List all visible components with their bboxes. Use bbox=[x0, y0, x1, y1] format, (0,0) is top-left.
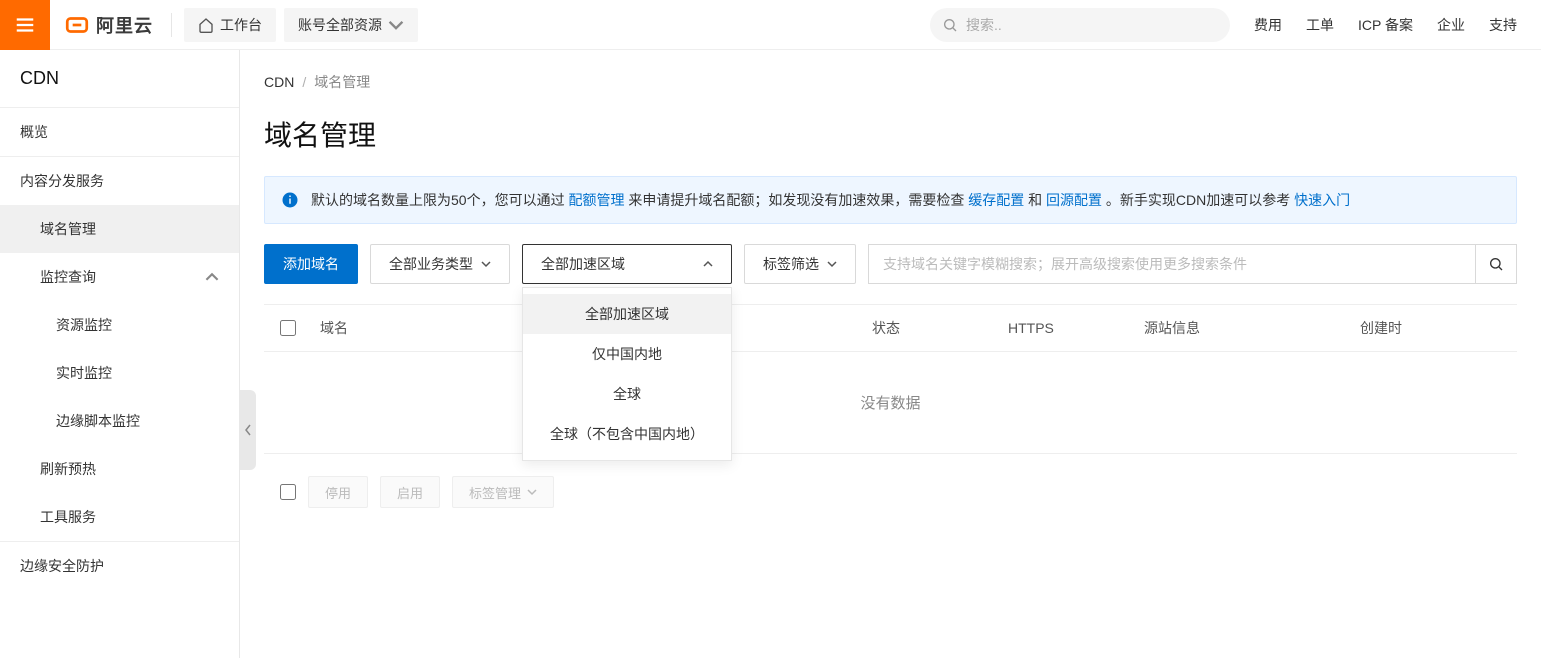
col-origin: 源站信息 bbox=[1144, 318, 1344, 338]
chevron-down-icon bbox=[388, 17, 404, 33]
header-links: 费用 工单 ICP 备案 企业 支持 bbox=[1230, 15, 1541, 35]
breadcrumb: CDN / 域名管理 bbox=[264, 50, 1517, 106]
link-origin-config[interactable]: 回源配置 bbox=[1046, 192, 1102, 208]
domain-search-input[interactable] bbox=[868, 244, 1475, 284]
chevron-down-icon bbox=[827, 259, 837, 269]
header-link-enterprise[interactable]: 企业 bbox=[1437, 15, 1465, 35]
region-dropdown[interactable]: 全部加速区域 全部加速区域 仅中国内地 全球 全球（不包含中国内地） bbox=[522, 244, 732, 284]
table-header: 域名 CNAME ? 状态 HTTPS 源站信息 创建时 bbox=[264, 304, 1517, 352]
start-button[interactable]: 启用 bbox=[380, 476, 440, 508]
divider bbox=[171, 13, 172, 37]
page-title: 域名管理 bbox=[264, 106, 1517, 176]
sidebar-item-overview[interactable]: 概览 bbox=[0, 108, 239, 156]
sidebar-item-refresh-preload[interactable]: 刷新预热 bbox=[0, 445, 239, 493]
region-option-mainland[interactable]: 仅中国内地 bbox=[523, 334, 731, 374]
sidebar: CDN 概览 内容分发服务 域名管理 监控查询 资源监控 实时监控 边缘脚本监控… bbox=[0, 50, 240, 658]
header-link-billing[interactable]: 费用 bbox=[1254, 15, 1282, 35]
link-cache-config[interactable]: 缓存配置 bbox=[968, 192, 1024, 208]
table-empty-state: 没有数据 bbox=[264, 352, 1517, 454]
search-icon bbox=[942, 17, 958, 33]
chevron-down-icon bbox=[481, 259, 491, 269]
footer-select-all-checkbox[interactable] bbox=[280, 484, 296, 500]
global-search-input[interactable] bbox=[966, 17, 1218, 33]
breadcrumb-current: 域名管理 bbox=[314, 72, 370, 92]
tag-manage-button[interactable]: 标签管理 bbox=[452, 476, 554, 508]
add-domain-button[interactable]: 添加域名 bbox=[264, 244, 358, 284]
sidebar-section-content-delivery: 内容分发服务 bbox=[0, 157, 239, 205]
workbench-button[interactable]: 工作台 bbox=[184, 8, 276, 42]
search-icon bbox=[1488, 256, 1504, 272]
info-icon bbox=[281, 191, 299, 209]
table-footer: 停用 启用 标签管理 bbox=[264, 454, 1517, 530]
info-notice-text: 默认的域名数量上限为50个，您可以通过 配额管理 来申请提升域名配额；如发现没有… bbox=[311, 189, 1350, 211]
region-option-global-excl-mainland[interactable]: 全球（不包含中国内地） bbox=[523, 414, 731, 454]
sidebar-item-tools[interactable]: 工具服务 bbox=[0, 493, 239, 541]
sidebar-section-edge-security: 边缘安全防护 bbox=[0, 542, 239, 590]
hamburger-icon bbox=[14, 14, 36, 36]
sidebar-item-edge-script-monitoring[interactable]: 边缘脚本监控 bbox=[0, 397, 239, 445]
account-resources-label: 账号全部资源 bbox=[298, 15, 382, 35]
link-quickstart[interactable]: 快速入门 bbox=[1294, 192, 1350, 208]
top-header: 阿里云 工作台 账号全部资源 费用 工单 ICP 备案 企业 支持 bbox=[0, 0, 1541, 50]
sidebar-item-domain-management[interactable]: 域名管理 bbox=[0, 205, 239, 253]
chevron-up-icon bbox=[703, 259, 713, 269]
info-notice: 默认的域名数量上限为50个，您可以通过 配额管理 来申请提升域名配额；如发现没有… bbox=[264, 176, 1517, 224]
chevron-down-icon bbox=[527, 487, 537, 497]
business-type-dropdown[interactable]: 全部业务类型 bbox=[370, 244, 510, 284]
chevron-up-icon bbox=[205, 270, 219, 284]
header-link-icp[interactable]: ICP 备案 bbox=[1358, 15, 1413, 35]
header-link-tickets[interactable]: 工单 bbox=[1306, 15, 1334, 35]
brand-name: 阿里云 bbox=[96, 12, 153, 38]
main-content: CDN / 域名管理 域名管理 默认的域名数量上限为50个，您可以通过 配额管理… bbox=[240, 50, 1541, 658]
stop-button[interactable]: 停用 bbox=[308, 476, 368, 508]
region-option-global[interactable]: 全球 bbox=[523, 374, 731, 414]
domain-search bbox=[868, 244, 1517, 284]
region-dropdown-menu: 全部加速区域 仅中国内地 全球 全球（不包含中国内地） bbox=[522, 287, 732, 461]
account-resources-dropdown[interactable]: 账号全部资源 bbox=[284, 8, 418, 42]
brand-logo-icon bbox=[64, 12, 90, 38]
breadcrumb-root[interactable]: CDN bbox=[264, 74, 294, 90]
col-https: HTTPS bbox=[1008, 320, 1128, 336]
select-all-checkbox[interactable] bbox=[280, 320, 296, 336]
home-icon bbox=[198, 17, 214, 33]
domain-search-button[interactable] bbox=[1475, 244, 1517, 284]
global-search[interactable] bbox=[930, 8, 1230, 42]
workbench-label: 工作台 bbox=[220, 15, 262, 35]
col-status: 状态 bbox=[872, 318, 992, 338]
sidebar-title: CDN bbox=[0, 50, 239, 107]
sidebar-item-realtime-monitoring[interactable]: 实时监控 bbox=[0, 349, 239, 397]
sidebar-item-monitoring[interactable]: 监控查询 bbox=[0, 253, 239, 301]
header-link-support[interactable]: 支持 bbox=[1489, 15, 1517, 35]
col-created: 创建时 bbox=[1360, 318, 1501, 338]
hamburger-menu-button[interactable] bbox=[0, 0, 50, 50]
brand-logo[interactable]: 阿里云 bbox=[50, 12, 167, 38]
region-option-all[interactable]: 全部加速区域 bbox=[523, 294, 731, 334]
sidebar-item-resource-monitoring[interactable]: 资源监控 bbox=[0, 301, 239, 349]
toolbar: 添加域名 全部业务类型 全部加速区域 全部加速区域 仅中国内地 全球 全球（不包… bbox=[264, 224, 1517, 304]
breadcrumb-separator: / bbox=[302, 74, 306, 90]
tag-filter-dropdown[interactable]: 标签筛选 bbox=[744, 244, 856, 284]
link-quota-management[interactable]: 配额管理 bbox=[568, 192, 624, 208]
